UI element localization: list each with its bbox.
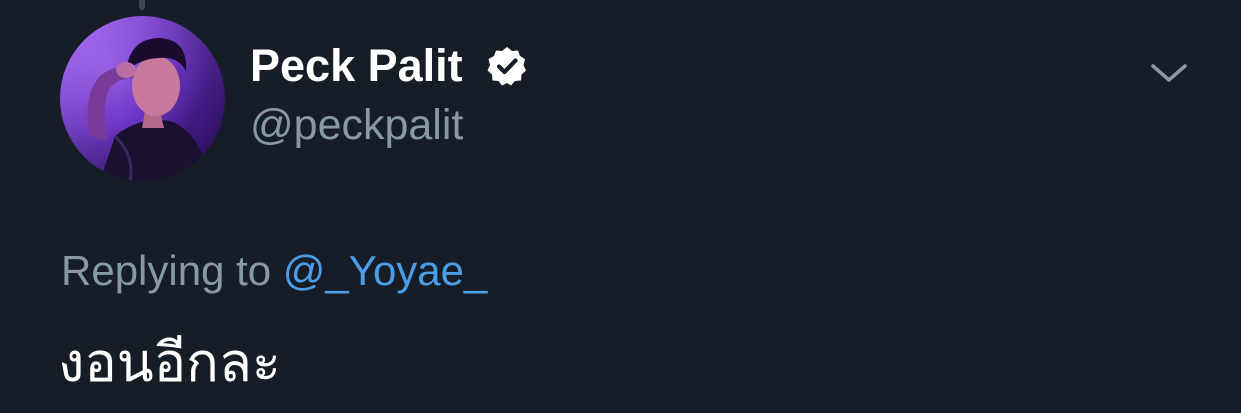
reply-context: Replying to @_Yoyae_: [61, 246, 487, 296]
reply-mention-link[interactable]: @_Yoyae_: [283, 247, 488, 294]
verified-badge-icon: [487, 47, 526, 86]
avatar[interactable]: [60, 16, 225, 181]
author-display-name[interactable]: Peck Palit: [250, 40, 463, 92]
author-handle[interactable]: @peckpalit: [250, 100, 463, 150]
reply-context-prefix: Replying to: [61, 247, 272, 294]
tweet-text: งอนอีกละ: [58, 333, 281, 393]
chevron-down-icon[interactable]: [1148, 58, 1190, 88]
avatar-image: [60, 16, 225, 181]
thread-connector-line: [139, 0, 145, 10]
